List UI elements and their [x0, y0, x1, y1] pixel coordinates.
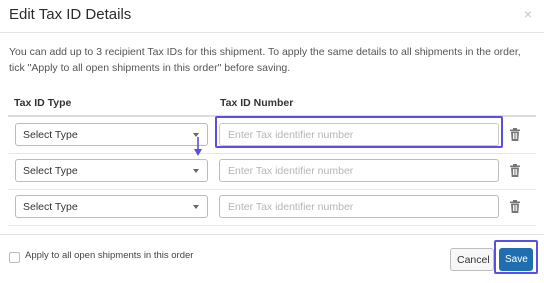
- dialog-header: Edit Tax ID Details ×: [0, 0, 544, 33]
- arrow-down-icon: [194, 137, 202, 156]
- tax-id-type-select[interactable]: Select Type: [15, 123, 208, 146]
- chevron-down-icon: [193, 169, 199, 173]
- tax-id-number-input[interactable]: [219, 123, 499, 146]
- apply-all-checkbox[interactable]: [9, 252, 20, 263]
- trash-icon[interactable]: [510, 128, 520, 141]
- trash-icon[interactable]: [510, 200, 520, 213]
- tax-id-row: Select Type: [8, 153, 536, 190]
- select-value: Select Type: [23, 165, 78, 177]
- chevron-down-icon: [193, 205, 199, 209]
- dialog-description: You can add up to 3 recipient Tax IDs fo…: [9, 46, 521, 74]
- cancel-button[interactable]: Cancel: [450, 248, 494, 271]
- tax-id-type-select[interactable]: Select Type: [15, 159, 208, 182]
- select-value: Select Type: [23, 129, 78, 141]
- column-header-tax-id-number: Tax ID Number: [220, 97, 294, 109]
- tax-id-row: Select Type: [8, 189, 536, 226]
- tax-id-type-select[interactable]: Select Type: [15, 195, 208, 218]
- dialog-footer: Apply to all open shipments in this orde…: [0, 234, 544, 283]
- save-button[interactable]: Save: [499, 248, 533, 271]
- edit-tax-id-dialog: Edit Tax ID Details × You can add up to …: [0, 0, 544, 282]
- tax-id-row: Select Type: [8, 117, 536, 154]
- tax-id-number-input[interactable]: [219, 159, 499, 182]
- table-header: Tax ID Type Tax ID Number: [8, 89, 536, 117]
- dialog-title: Edit Tax ID Details: [9, 6, 132, 23]
- close-icon[interactable]: ×: [524, 6, 532, 22]
- trash-icon[interactable]: [510, 164, 520, 177]
- apply-all-label: Apply to all open shipments in this orde…: [25, 250, 194, 261]
- tax-id-number-input[interactable]: [219, 195, 499, 218]
- column-header-tax-id-type: Tax ID Type: [14, 97, 72, 109]
- select-value: Select Type: [23, 201, 78, 213]
